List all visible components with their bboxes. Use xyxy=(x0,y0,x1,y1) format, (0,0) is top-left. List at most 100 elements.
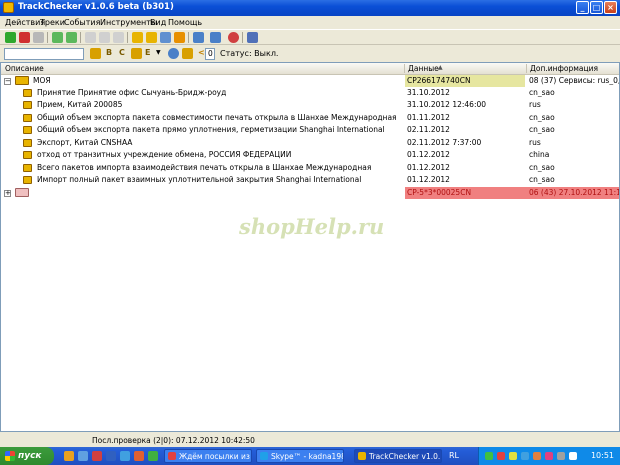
track-number: CP-5*3*00025CN xyxy=(407,188,472,197)
tray-icon[interactable] xyxy=(545,452,553,460)
folder-icon[interactable] xyxy=(132,32,143,43)
windows-logo-icon xyxy=(5,451,15,461)
event-date: 01.11.2012 xyxy=(407,113,450,122)
event-row[interactable]: Прием, Китай 200085 31.10.2012 12:46:00 … xyxy=(1,99,619,111)
menu-view[interactable]: Вид xyxy=(150,18,166,27)
menu-tools[interactable]: Инструменты xyxy=(100,18,157,27)
envelope-icon xyxy=(23,126,32,134)
taskbar-item[interactable]: Ждём посылки из К... xyxy=(164,449,252,463)
start-button[interactable]: пуск xyxy=(0,447,54,465)
last-check-status: Посл.проверка (2|0): 07.12.2012 10:42:50 xyxy=(92,436,255,445)
folder-open-icon[interactable] xyxy=(146,32,157,43)
system-tray: 10:51 xyxy=(478,447,620,465)
folder-filter-icon[interactable] xyxy=(131,48,142,59)
event-date: 02.11.2012 xyxy=(407,125,450,134)
tray-icon[interactable] xyxy=(509,452,517,460)
event-row[interactable]: Экспорт, Китай CNSHAA 02.11.2012 7:37:00… xyxy=(1,137,619,149)
copy-icon[interactable] xyxy=(99,32,110,43)
event-description: Прием, Китай 200085 xyxy=(37,100,123,109)
edit-icon[interactable] xyxy=(33,32,44,43)
column-data[interactable]: Данные xyxy=(408,64,439,73)
refresh-icon[interactable] xyxy=(193,32,204,43)
event-source: rus xyxy=(529,100,541,109)
cut-icon[interactable] xyxy=(85,32,96,43)
event-description: Импорт полный пакет взаимных уплотнитель… xyxy=(37,175,362,184)
skype-icon xyxy=(260,452,268,460)
taskbar-item[interactable]: Skype™ - kadna1982 xyxy=(256,449,344,463)
event-date: 31.10.2012 12:46:00 xyxy=(407,100,487,109)
tray-icon[interactable] xyxy=(521,452,529,460)
event-row[interactable]: отход от транзитных учреждение обмена, Р… xyxy=(1,149,619,161)
status-label: Статус: Выкл. xyxy=(220,49,279,58)
event-row[interactable]: Импорт полный пакет взаимных уплотнитель… xyxy=(1,174,619,186)
event-source: cn_sao xyxy=(529,88,555,97)
column-info[interactable]: Доп.информация xyxy=(530,64,598,73)
package-icon xyxy=(15,188,29,197)
menu-help[interactable]: Помощь xyxy=(168,18,202,27)
minimize-button[interactable]: _ xyxy=(576,1,589,14)
quicklaunch-icon[interactable] xyxy=(78,451,88,461)
info-icon[interactable] xyxy=(247,32,258,43)
tray-icon[interactable] xyxy=(557,452,565,460)
close-button[interactable]: × xyxy=(604,1,617,14)
tray-icon[interactable] xyxy=(497,452,505,460)
volume-icon[interactable] xyxy=(569,452,577,460)
track-row[interactable]: + CP-5*3*00025CN 06 (43) 27.10.2012 11:1… xyxy=(1,187,619,199)
event-row[interactable]: Общий объем экспорта пакета прямо уплотн… xyxy=(1,124,619,136)
expand-toggle[interactable]: + xyxy=(4,190,11,197)
check-icon[interactable] xyxy=(160,32,171,43)
export-icon[interactable] xyxy=(182,48,193,59)
ie-icon[interactable] xyxy=(106,451,116,461)
taskbar-item[interactable]: TrackChecker v1.0.... xyxy=(354,449,442,463)
arrow-down-icon[interactable] xyxy=(66,32,77,43)
tray-icon[interactable] xyxy=(533,452,541,460)
event-date: 01.12.2012 xyxy=(407,163,450,172)
language-indicator[interactable]: RL xyxy=(449,451,459,460)
bookmark-icon[interactable] xyxy=(174,32,185,43)
event-row[interactable]: Всего пакетов импорта взаимодействия печ… xyxy=(1,162,619,174)
start-label: пуск xyxy=(18,451,42,461)
event-row[interactable]: Принятие Принятие офис Сычуань-Бридж-роу… xyxy=(1,87,619,99)
event-description: Принятие Принятие офис Сычуань-Бридж-роу… xyxy=(37,88,227,97)
quicklaunch-icon[interactable] xyxy=(92,451,102,461)
track-number: CP266174740CN xyxy=(407,76,471,85)
title-bar[interactable]: TrackChecker v1.0.6 beta (b301) _ □ × xyxy=(0,0,620,16)
envelope-icon xyxy=(23,89,32,97)
event-row[interactable]: Общий объем экспорта пакета совместимост… xyxy=(1,112,619,124)
tray-icon[interactable] xyxy=(485,452,493,460)
search-input[interactable] xyxy=(4,48,84,60)
app-icon xyxy=(3,2,14,13)
quicklaunch-icon[interactable] xyxy=(64,451,74,461)
arrow-up-icon[interactable] xyxy=(52,32,63,43)
collapse-toggle[interactable]: − xyxy=(4,78,11,85)
maximize-button[interactable]: □ xyxy=(590,1,603,14)
stop-icon[interactable] xyxy=(228,32,239,43)
envelope-icon xyxy=(23,176,32,184)
taskbar-item-label: Ждём посылки из К... xyxy=(179,452,251,461)
bold-b-icon[interactable]: B xyxy=(106,48,112,58)
quicklaunch-icon[interactable] xyxy=(148,451,158,461)
counter-input[interactable]: 0 xyxy=(205,48,215,60)
envelope-icon xyxy=(23,139,32,147)
refresh-all-icon[interactable] xyxy=(210,32,221,43)
column-description[interactable]: Описание xyxy=(5,64,44,73)
clock-icon[interactable] xyxy=(168,48,179,59)
paste-icon[interactable] xyxy=(113,32,124,43)
quicklaunch-icon[interactable] xyxy=(120,451,130,461)
bold-e-icon[interactable]: E xyxy=(145,48,150,58)
delete-icon[interactable] xyxy=(19,32,30,43)
filter-icon[interactable] xyxy=(90,48,101,59)
event-source: cn_sao xyxy=(529,125,555,134)
quicklaunch-icon[interactable] xyxy=(134,451,144,461)
menu-tracks[interactable]: Треки xyxy=(40,18,65,27)
menu-events[interactable]: События xyxy=(64,18,100,27)
track-row[interactable]: − МОЯ CP266174740CN 08 (37) Сервисы: rus… xyxy=(1,75,619,87)
event-description: Экспорт, Китай CNSHAA xyxy=(37,138,133,147)
add-icon[interactable] xyxy=(5,32,16,43)
clock[interactable]: 10:51 xyxy=(591,451,614,460)
bold-c-icon[interactable]: C xyxy=(119,48,125,58)
chevron-down-icon[interactable]: ▼ xyxy=(156,48,161,58)
event-date: 01.12.2012 xyxy=(407,150,450,159)
envelope-icon xyxy=(23,114,32,122)
back-arrow-icon[interactable]: < xyxy=(198,48,205,58)
